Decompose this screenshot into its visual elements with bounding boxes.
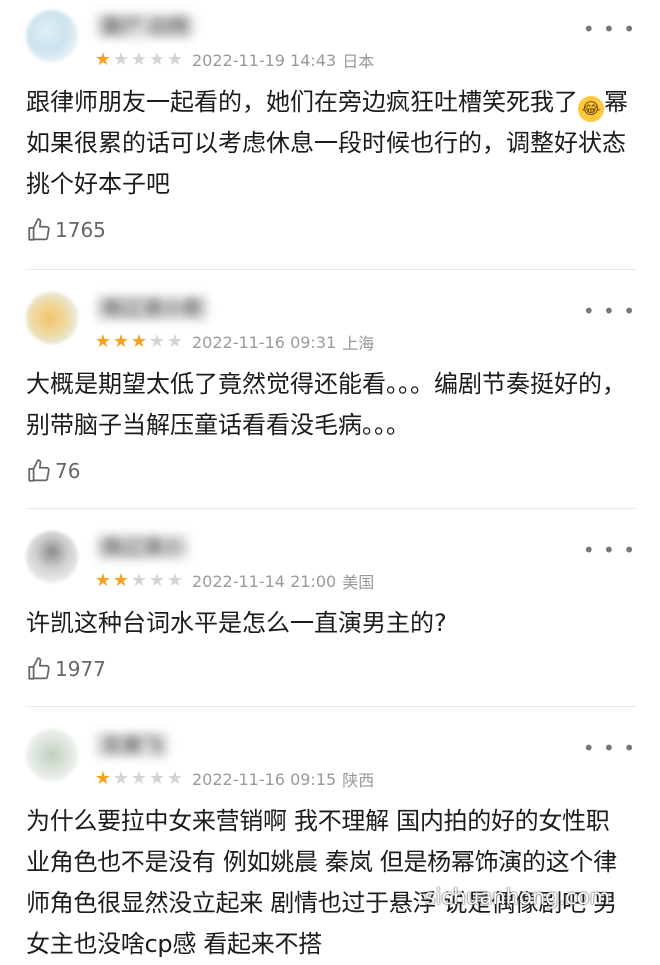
star-icon: ★ (148, 768, 166, 789)
thumbs-up-icon (28, 657, 50, 680)
like-button[interactable]: 1977 (26, 652, 636, 686)
review-text-part: 跟律师朋友一起看的，她们在旁边疯狂吐槽笑死我了 (26, 88, 578, 116)
star-icon: ★ (148, 570, 166, 591)
review-meta: ★ ★ ★ ★ ★ 2022-11-14 21:00 美国 (94, 569, 374, 593)
review-text: 许凯这种台词水平是怎么一直演男主的? (26, 609, 447, 637)
star-icon: ★ (130, 331, 148, 352)
more-dots-icon[interactable]: • • • (583, 540, 636, 560)
review-date: 2022-11-14 21:00 (192, 571, 337, 591)
review-date: 2022-11-16 09:15 (192, 769, 337, 789)
star-icon: ★ (94, 570, 112, 591)
review-card: 南辽清小奇 • • • ★ ★ ★ ★ ★ 2022-11-16 09:31 上海 大概… (0, 282, 660, 488)
review-location: 美国 (342, 573, 375, 592)
review-meta: ★ ★ ★ ★ ★ 2022-11-16 09:15 陕西 (94, 767, 374, 791)
star-rating: ★ ★ ★ ★ ★ (94, 333, 184, 351)
divider (26, 269, 636, 270)
review-header: 南辽清小奇 • • • ★ ★ ★ ★ ★ 2022-11-16 09:31 上海 (26, 282, 636, 362)
review-meta: ★ ★ ★ ★ ★ 2022-11-16 09:31 上海 (94, 330, 374, 354)
review-location: 上海 (342, 334, 375, 353)
review-header: 菌尸 白杨 • • • ★ ★ ★ ★ ★ 2022-11-19 14:43 日本 (26, 0, 636, 80)
avatar[interactable] (26, 729, 78, 781)
star-icon: ★ (166, 570, 184, 591)
review-card: 无辜飞 • • • ★ ★ ★ ★ ★ 2022-11-16 09:15 陕西 为什么要… (0, 719, 660, 965)
star-icon: ★ (130, 768, 148, 789)
username[interactable]: 南辽清小奇 (96, 296, 208, 320)
star-icon: ★ (112, 49, 130, 70)
review-text: 为什么要拉中女来营销啊 我不理解 国内拍的好的女性职业角色也不是没有 例如姚晨 … (26, 807, 617, 958)
avatar[interactable] (26, 292, 78, 344)
star-rating: ★ ★ ★ ★ ★ (94, 572, 184, 590)
like-count: 76 (55, 459, 81, 483)
review-card: 菌尸 白杨 • • • ★ ★ ★ ★ ★ 2022-11-19 14:43 日本 跟律… (0, 0, 660, 247)
review-card: 南辽清小 • • • ★ ★ ★ ★ ★ 2022-11-14 21:00 美国 许凯这… (0, 521, 660, 686)
review-header: 南辽清小 • • • ★ ★ ★ ★ ★ 2022-11-14 21:00 美国 (26, 521, 636, 601)
star-icon: ★ (148, 331, 166, 352)
star-icon: ★ (94, 49, 112, 70)
username[interactable]: 无辜飞 (96, 733, 168, 757)
more-dots-icon[interactable]: • • • (583, 738, 636, 758)
star-icon: ★ (148, 49, 166, 70)
like-count: 1765 (55, 218, 106, 242)
star-rating: ★ ★ ★ ★ ★ (94, 51, 184, 69)
star-icon: ★ (112, 570, 130, 591)
watermark: sichuanhong.com (424, 885, 610, 909)
avatar[interactable] (26, 10, 78, 62)
review-meta: ★ ★ ★ ★ ★ 2022-11-19 14:43 日本 (94, 48, 374, 72)
username[interactable]: 南辽清小 (96, 535, 188, 559)
thumbs-up-icon (28, 459, 50, 482)
star-icon: ★ (112, 331, 130, 352)
star-icon: ★ (94, 768, 112, 789)
star-icon: ★ (130, 570, 148, 591)
review-text: 跟律师朋友一起看的，她们在旁边疯狂吐槽笑死我了 😂 幂如果很累的话可以考虑休息一段时… (26, 82, 636, 205)
divider (26, 508, 636, 509)
like-button[interactable]: 76 (26, 454, 636, 488)
star-icon: ★ (166, 768, 184, 789)
more-dots-icon[interactable]: • • • (583, 19, 636, 39)
review-header: 无辜飞 • • • ★ ★ ★ ★ ★ 2022-11-16 09:15 陕西 (26, 719, 636, 799)
like-button[interactable]: 1765 (26, 213, 636, 247)
star-icon: ★ (166, 49, 184, 70)
review-text: 大概是期望太低了竟然觉得还能看。。。编剧节奏挺好的，别带脑子当解压童话看看没毛病… (26, 370, 626, 439)
more-dots-icon[interactable]: • • • (583, 301, 636, 321)
review-location: 日本 (342, 52, 375, 71)
review-date: 2022-11-19 14:43 (192, 50, 337, 70)
username[interactable]: 菌尸 白杨 (96, 14, 195, 38)
review-date: 2022-11-16 09:31 (192, 332, 337, 352)
like-count: 1977 (55, 657, 106, 681)
thumbs-up-icon (28, 218, 50, 241)
avatar[interactable] (26, 531, 78, 583)
star-icon: ★ (130, 49, 148, 70)
review-location: 陕西 (342, 771, 375, 790)
star-icon: ★ (112, 768, 130, 789)
divider (26, 706, 636, 707)
star-icon: ★ (166, 331, 184, 352)
star-icon: ★ (94, 331, 112, 352)
star-rating: ★ ★ ★ ★ ★ (94, 770, 184, 788)
laughing-emoji-icon: 😂 (578, 96, 604, 122)
